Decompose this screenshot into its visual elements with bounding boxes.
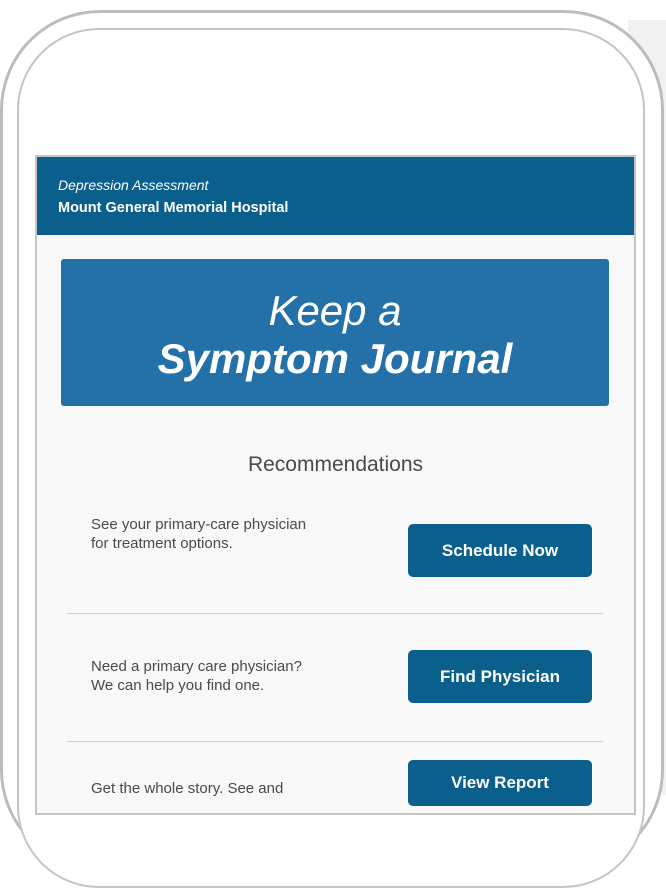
schedule-now-button[interactable]: Schedule Now [408,524,592,577]
app-screen: Depression Assessment Mount General Memo… [35,155,636,815]
recommendation-text: Get the whole story. See and [91,780,284,797]
hospital-name: Mount General Memorial Hospital [58,200,289,216]
view-report-button[interactable]: View Report [408,760,592,806]
divider [67,613,603,614]
banner-line-2: Symptom Journal [157,335,513,382]
find-physician-button[interactable]: Find Physician [408,650,592,703]
app-header: Depression Assessment Mount General Memo… [37,157,634,235]
assessment-subtitle: Depression Assessment [58,177,209,193]
banner-line-1: Keep a [268,287,402,334]
recommendation-text: Need a primary care physician? We can he… [91,658,302,694]
hero-banner: Keep a Symptom Journal [61,259,609,406]
recommendations-heading: Recommendations [247,453,424,476]
recommendation-text: See your primary-care physician for trea… [91,516,307,552]
divider [67,741,603,742]
